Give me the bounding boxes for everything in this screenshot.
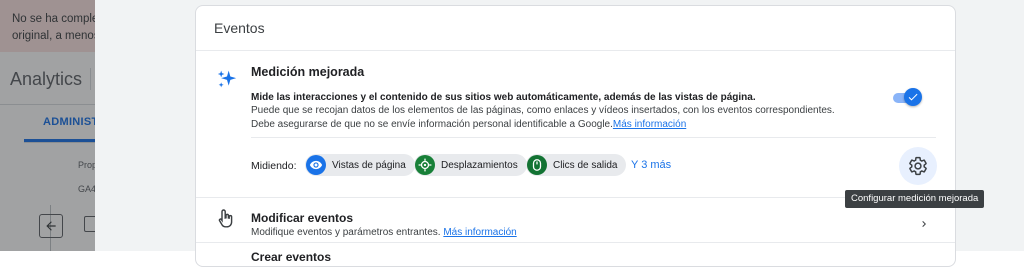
crosshair-icon [415, 155, 435, 175]
events-card-title: Eventos [214, 20, 265, 36]
inner-divider [251, 137, 936, 138]
enhanced-measurement-lead: Mide las interacciones y el contenido de… [251, 92, 756, 103]
sparkle-icon [217, 70, 237, 88]
touch-icon [218, 209, 233, 228]
card-divider [196, 242, 955, 243]
chevron-right-icon [922, 221, 926, 227]
chip-page-views: Vistas de página [305, 154, 415, 176]
learn-more-link[interactable]: Más información [443, 227, 516, 238]
more-events-link[interactable]: Y 3 más [631, 159, 671, 171]
create-events-title: Crear eventos [251, 250, 332, 264]
gear-icon [909, 156, 927, 176]
chip-outbound-clicks: Clics de salida [526, 154, 627, 176]
events-card: Eventos Medición mejorada Mide las inter… [195, 5, 956, 267]
settings-button[interactable] [899, 147, 937, 185]
modify-events-title: Modificar eventos [251, 211, 354, 225]
chip-label: Clics de salida [553, 159, 618, 171]
modify-events-row[interactable]: Modificar eventos Modifique eventos y pa… [196, 198, 955, 242]
chip-label: Vistas de página [332, 159, 406, 171]
toggle-thumb [904, 88, 922, 106]
enhanced-measurement-description: Puede que se recojan datos de los elemen… [251, 105, 835, 130]
learn-more-link[interactable]: Más información [613, 119, 686, 130]
enhanced-measurement-toggle[interactable] [893, 88, 922, 106]
chip-scrolls: Desplazamientos [414, 154, 527, 176]
check-icon [908, 93, 918, 101]
mouse-icon [527, 155, 547, 175]
card-divider [196, 50, 955, 51]
settings-tooltip: Configurar medición mejorada [845, 190, 985, 208]
eye-icon [306, 155, 326, 175]
enhanced-measurement-title: Medición mejorada [251, 65, 365, 79]
modify-events-description: Modifique eventos y parámetros entrantes… [251, 227, 517, 238]
chip-label: Desplazamientos [441, 159, 518, 171]
measuring-label: Midiendo: [251, 160, 297, 172]
